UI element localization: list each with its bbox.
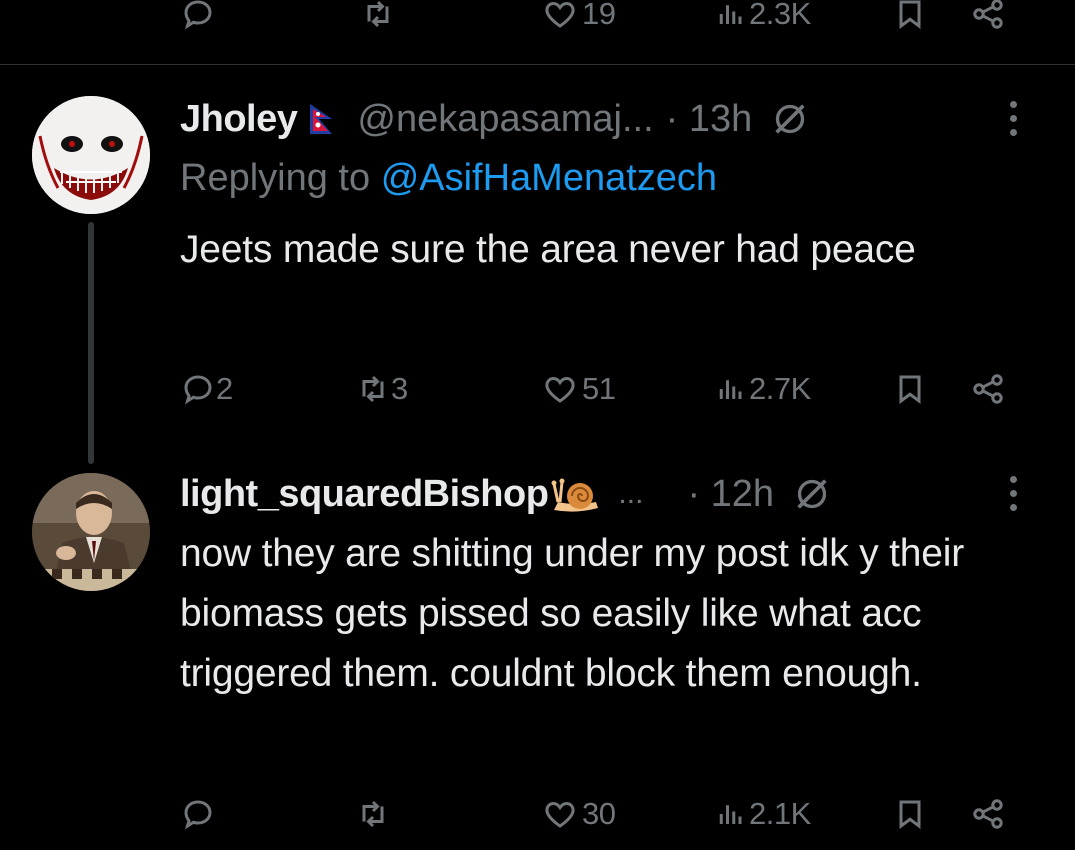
heart-icon — [545, 801, 575, 828]
display-name[interactable]: light_squaredBishop — [180, 473, 549, 516]
nepal-flag-icon — [310, 104, 333, 134]
replying-label: Replying to — [180, 157, 371, 199]
views-icon — [719, 5, 742, 24]
like-count: 30 — [582, 796, 616, 831]
share-icon — [973, 799, 1003, 829]
reply-icon — [184, 800, 212, 830]
display-name[interactable]: Jholey — [180, 98, 298, 141]
tweet-header: Jholey @nekapasamaj... · 13h — [180, 95, 810, 143]
top-action-bar: 19 2.3K — [180, 0, 1040, 38]
bookmark-button[interactable] — [892, 0, 928, 32]
views-icon — [719, 805, 742, 824]
twitter-thread: 19 2.3K Jholey @nekapasamaj... · 13h Rep… — [0, 0, 1075, 850]
avatar[interactable] — [32, 473, 150, 591]
share-button[interactable] — [970, 796, 1006, 832]
chess-player-avatar-image — [32, 473, 150, 591]
bookmark-button[interactable] — [892, 371, 928, 407]
share-button[interactable] — [970, 371, 1006, 407]
grok-icon[interactable] — [792, 474, 832, 514]
creepy-face-avatar-image — [32, 96, 150, 214]
retweet-button[interactable] — [360, 0, 396, 32]
retweet-icon — [362, 375, 384, 403]
retweet-icon — [367, 0, 389, 28]
tweet-text: Jeets made sure the area never had peace — [180, 228, 916, 271]
heart-icon — [545, 1, 575, 28]
bookmark-icon — [899, 0, 921, 29]
share-button[interactable] — [970, 0, 1006, 32]
mention-link[interactable]: @AsifHaMenatzech — [381, 157, 717, 199]
bookmark-button[interactable] — [892, 796, 928, 832]
retweet-button[interactable] — [355, 796, 395, 832]
retweet-icon — [362, 800, 384, 828]
timestamp[interactable]: · 13h — [666, 98, 753, 141]
truncated-handle[interactable]: ... — [618, 477, 643, 511]
tweet-text: now they are shitting under my post idk … — [180, 532, 964, 695]
views-button[interactable]: 2.7K — [715, 371, 811, 407]
view-count: 2.7K — [749, 371, 811, 406]
share-icon — [973, 0, 1003, 29]
reply-icon — [184, 375, 212, 405]
views-icon — [719, 380, 742, 399]
views-button[interactable]: 2.1K — [715, 796, 811, 832]
avatar[interactable] — [32, 96, 150, 214]
tweet-action-bar: 2 3 51 2.7K — [180, 365, 1040, 413]
like-button[interactable]: 19 — [542, 0, 616, 32]
view-count: 2.3K — [749, 0, 811, 31]
thread-line — [88, 222, 94, 464]
like-button[interactable]: 51 — [542, 371, 616, 407]
retweet-button[interactable]: 3 — [355, 371, 408, 407]
divider — [0, 64, 1075, 65]
bookmark-icon — [899, 800, 921, 829]
views-button[interactable]: 2.3K — [715, 0, 811, 32]
replying-to: Replying to @AsifHaMenatzech — [180, 157, 717, 200]
share-icon — [973, 374, 1003, 404]
reply-icon — [184, 0, 212, 30]
snail-emoji-icon — [551, 478, 599, 512]
retweet-count: 3 — [391, 371, 408, 406]
reply-button[interactable] — [180, 0, 216, 32]
like-button[interactable]: 30 — [542, 796, 616, 832]
bookmark-icon — [899, 375, 921, 404]
reply-count: 2 — [216, 371, 233, 406]
handle[interactable]: @nekapasamaj... — [357, 98, 653, 141]
view-count: 2.1K — [749, 796, 811, 831]
like-count: 51 — [582, 371, 616, 406]
more-options-icon[interactable] — [1010, 476, 1017, 511]
reply-button[interactable] — [180, 796, 220, 832]
tweet-header: light_squaredBishop ... · 12h — [180, 470, 832, 518]
timestamp[interactable]: · 12h — [687, 473, 774, 516]
heart-icon — [545, 376, 575, 403]
more-options-icon[interactable] — [1010, 101, 1017, 136]
like-count: 19 — [582, 0, 616, 31]
grok-icon[interactable] — [770, 99, 810, 139]
tweet-action-bar: 30 2.1K — [180, 790, 1040, 838]
reply-button[interactable]: 2 — [180, 371, 233, 407]
